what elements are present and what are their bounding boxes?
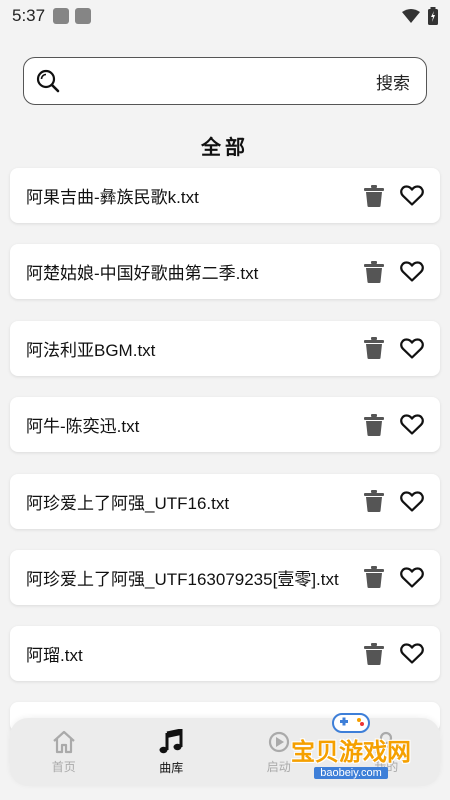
heart-icon[interactable] bbox=[400, 642, 424, 666]
file-name: 阿珍爱上了阿强_UTF16.txt bbox=[26, 493, 230, 513]
status-indicators bbox=[402, 7, 438, 25]
list-item[interactable]: 阿珍爱上了阿强_UTF163079235[壹零].txt bbox=[10, 549, 440, 605]
status-time: 5:37 bbox=[12, 6, 46, 25]
file-name: 阿牛-陈奕迅.txt bbox=[26, 417, 140, 437]
file-name: 阿珍爱上了阿强_UTF163079235[壹零].txt bbox=[26, 569, 339, 589]
trash-icon[interactable] bbox=[362, 184, 386, 208]
notification-icon bbox=[75, 8, 92, 24]
trash-icon[interactable] bbox=[362, 260, 386, 284]
heart-icon[interactable] bbox=[400, 336, 424, 360]
notification-icons bbox=[53, 8, 92, 24]
list-item[interactable]: 阿牛-陈奕迅.txt bbox=[10, 397, 440, 453]
status-bar: 5:37 bbox=[0, 0, 450, 32]
watermark: 宝贝游戏网 baobeiy.com bbox=[276, 712, 426, 782]
trash-icon[interactable] bbox=[362, 565, 386, 589]
heart-icon[interactable] bbox=[400, 489, 424, 513]
home-icon bbox=[53, 730, 75, 753]
file-name: 阿瑠.txt bbox=[26, 646, 83, 666]
trash-icon[interactable] bbox=[362, 642, 386, 666]
nav-item-home[interactable]: 首页 bbox=[24, 730, 104, 775]
section-title: 全部 bbox=[201, 137, 249, 159]
list-item[interactable]: 阿果吉曲-彝族民歌k.txt bbox=[10, 168, 440, 223]
watermark-title: 宝贝游戏网 bbox=[291, 739, 411, 766]
heart-icon[interactable] bbox=[400, 565, 424, 589]
search-button[interactable]: 搜索 bbox=[376, 69, 410, 94]
nav-label: 曲库 bbox=[159, 760, 184, 775]
file-name: 阿楚姑娘-中国好歌曲第二季.txt bbox=[26, 264, 259, 284]
battery-icon bbox=[428, 7, 438, 25]
file-list: 阿果吉曲-彝族民歌k.txt 阿楚姑娘-中国好歌曲第二季.txt 阿法利亚BGM… bbox=[10, 168, 440, 703]
search-bar: 搜索 bbox=[23, 57, 427, 105]
gamepad-icon bbox=[332, 713, 370, 733]
wifi-icon bbox=[402, 9, 420, 23]
list-item[interactable]: 阿瑠.txt bbox=[10, 626, 440, 682]
notification-icon bbox=[53, 8, 70, 24]
watermark-url: baobeiy.com bbox=[314, 767, 388, 779]
trash-icon[interactable] bbox=[362, 489, 386, 513]
search-icon bbox=[32, 65, 64, 97]
nav-label: 首页 bbox=[51, 759, 76, 774]
file-name: 阿法利亚BGM.txt bbox=[26, 340, 156, 360]
nav-item-library[interactable]: 曲库 bbox=[131, 728, 211, 776]
heart-icon[interactable] bbox=[400, 260, 424, 284]
trash-icon[interactable] bbox=[362, 336, 386, 360]
list-item[interactable]: 阿楚姑娘-中国好歌曲第二季.txt bbox=[10, 244, 440, 300]
search-input[interactable] bbox=[70, 58, 376, 104]
heart-icon[interactable] bbox=[400, 413, 424, 437]
list-item[interactable]: 阿法利亚BGM.txt bbox=[10, 320, 440, 376]
music-note-icon bbox=[159, 728, 183, 753]
trash-icon[interactable] bbox=[362, 413, 386, 437]
heart-icon[interactable] bbox=[400, 184, 424, 208]
list-item[interactable]: 阿珍爱上了阿强_UTF16.txt bbox=[10, 473, 440, 529]
file-name: 阿果吉曲-彝族民歌k.txt bbox=[26, 188, 199, 207]
